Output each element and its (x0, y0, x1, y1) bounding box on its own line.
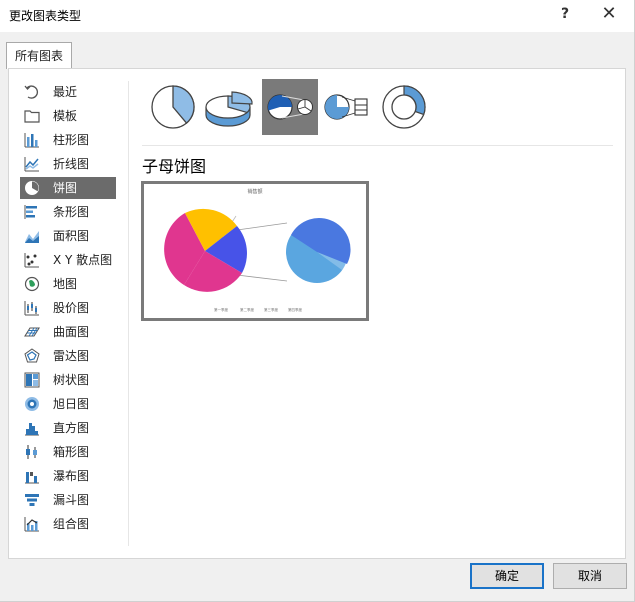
change-chart-type-dialog: 更改图表类型 ? ✕ 所有图表 最近 模板 柱形图 折线图 饼图 条形图 面积图… (0, 0, 635, 602)
preview-legend-item: 第二季度 (240, 307, 254, 312)
nav-item-map[interactable]: 地图 (20, 273, 116, 295)
nav-item-label: 饼图 (53, 181, 78, 195)
nav-item-label: 模板 (53, 109, 78, 123)
title-bar: 更改图表类型 ? ✕ (0, 0, 634, 32)
area-chart-icon (25, 231, 39, 243)
nav-item-sunburst[interactable]: 旭日图 (20, 393, 116, 415)
nav-item-label: 漏斗图 (53, 493, 90, 507)
preview-legend-item: 第四季度 (288, 307, 302, 312)
nav-item-label: 折线图 (53, 157, 90, 171)
nav-item-label: 瀑布图 (53, 469, 90, 483)
sunburst-chart-icon (25, 397, 39, 411)
close-button[interactable]: ✕ (598, 3, 620, 24)
chart-preview: 销售额 第一季度 第二季度 第三季度 第四季度 (141, 181, 369, 321)
cancel-button[interactable]: 取消 (553, 563, 627, 589)
nav-item-label: 雷达图 (53, 349, 90, 363)
tab-all-charts[interactable]: 所有图表 (6, 42, 72, 69)
nav-item-scatter[interactable]: X Y 散点图 (20, 249, 116, 271)
bar-of-pie-type-icon[interactable] (319, 79, 375, 135)
radar-chart-icon (24, 348, 40, 363)
treemap-chart-icon (24, 372, 40, 388)
recent-icon (24, 85, 39, 99)
nav-item-combo[interactable]: 组合图 (20, 513, 116, 535)
nav-item-line[interactable]: 折线图 (20, 153, 116, 175)
map-chart-icon (24, 276, 40, 292)
nav-item-label: 组合图 (53, 517, 90, 531)
nav-item-histogram[interactable]: 直方图 (20, 417, 116, 439)
histogram-chart-icon (25, 423, 39, 436)
nav-item-label: 柱形图 (53, 133, 90, 147)
divider (142, 145, 613, 146)
scatter-chart-icon (24, 253, 39, 268)
nav-item-stock[interactable]: 股价图 (20, 297, 116, 319)
nav-item-pie[interactable]: 饼图 (20, 177, 116, 199)
nav-item-label: 直方图 (53, 421, 90, 435)
waterfall-chart-icon (25, 472, 39, 484)
nav-item-treemap[interactable]: 树状图 (20, 369, 116, 391)
stock-chart-icon (24, 301, 39, 316)
doughnut-type-icon[interactable] (376, 79, 432, 135)
preview-chart-title: 销售额 (247, 188, 262, 195)
nav-item-box-whisker[interactable]: 箱形图 (20, 441, 116, 463)
nav-item-area[interactable]: 面积图 (20, 225, 116, 247)
nav-item-radar[interactable]: 雷达图 (20, 345, 116, 367)
pie-chart-icon (25, 181, 39, 195)
preview-legend-item: 第一季度 (214, 307, 228, 312)
dialog-title: 更改图表类型 (9, 9, 82, 23)
content-panel: 最近 模板 柱形图 折线图 饼图 条形图 面积图 X Y 散点图 地图 股价图 … (8, 68, 626, 559)
surface-chart-icon (24, 327, 40, 337)
box-whisker-chart-icon (26, 445, 37, 459)
nav-item-label: 最近 (53, 85, 78, 99)
nav-item-waterfall[interactable]: 瀑布图 (20, 465, 116, 487)
preview-legend-item: 第三季度 (264, 307, 278, 312)
line-chart-icon (24, 157, 39, 172)
pie-of-pie-type-icon[interactable] (262, 79, 318, 135)
nav-item-bar[interactable]: 条形图 (20, 201, 116, 223)
nav-item-label: 地图 (53, 277, 78, 291)
nav-item-label: 旭日图 (53, 397, 90, 411)
divider (128, 81, 129, 546)
nav-item-label: 面积图 (53, 229, 90, 243)
nav-item-label: 条形图 (53, 205, 90, 219)
bar-chart-icon (24, 205, 37, 219)
pie-type-icon[interactable] (145, 79, 201, 135)
combo-chart-icon (24, 517, 39, 532)
nav-item-label: 股价图 (53, 301, 90, 315)
pie-of-pie-preview-graphic: 销售额 第一季度 第二季度 第三季度 第四季度 (164, 188, 351, 312)
nav-item-column[interactable]: 柱形图 (20, 129, 116, 151)
column-chart-icon (24, 133, 39, 148)
nav-item-label: X Y 散点图 (53, 253, 113, 267)
nav-item-templates[interactable]: 模板 (20, 105, 116, 127)
3d-pie-type-icon[interactable] (201, 79, 257, 135)
nav-item-surface[interactable]: 曲面图 (20, 321, 116, 343)
nav-item-label: 树状图 (53, 373, 90, 387)
nav-item-funnel[interactable]: 漏斗图 (20, 489, 116, 511)
selected-type-title: 子母饼图 (142, 157, 207, 176)
help-button[interactable]: ? (556, 6, 574, 22)
nav-item-recent[interactable]: 最近 (20, 81, 116, 103)
nav-item-label: 曲面图 (53, 325, 90, 339)
nav-item-label: 箱形图 (53, 445, 90, 459)
funnel-chart-icon (25, 494, 39, 506)
ok-button[interactable]: 确定 (470, 563, 544, 589)
folder-icon (24, 110, 40, 123)
